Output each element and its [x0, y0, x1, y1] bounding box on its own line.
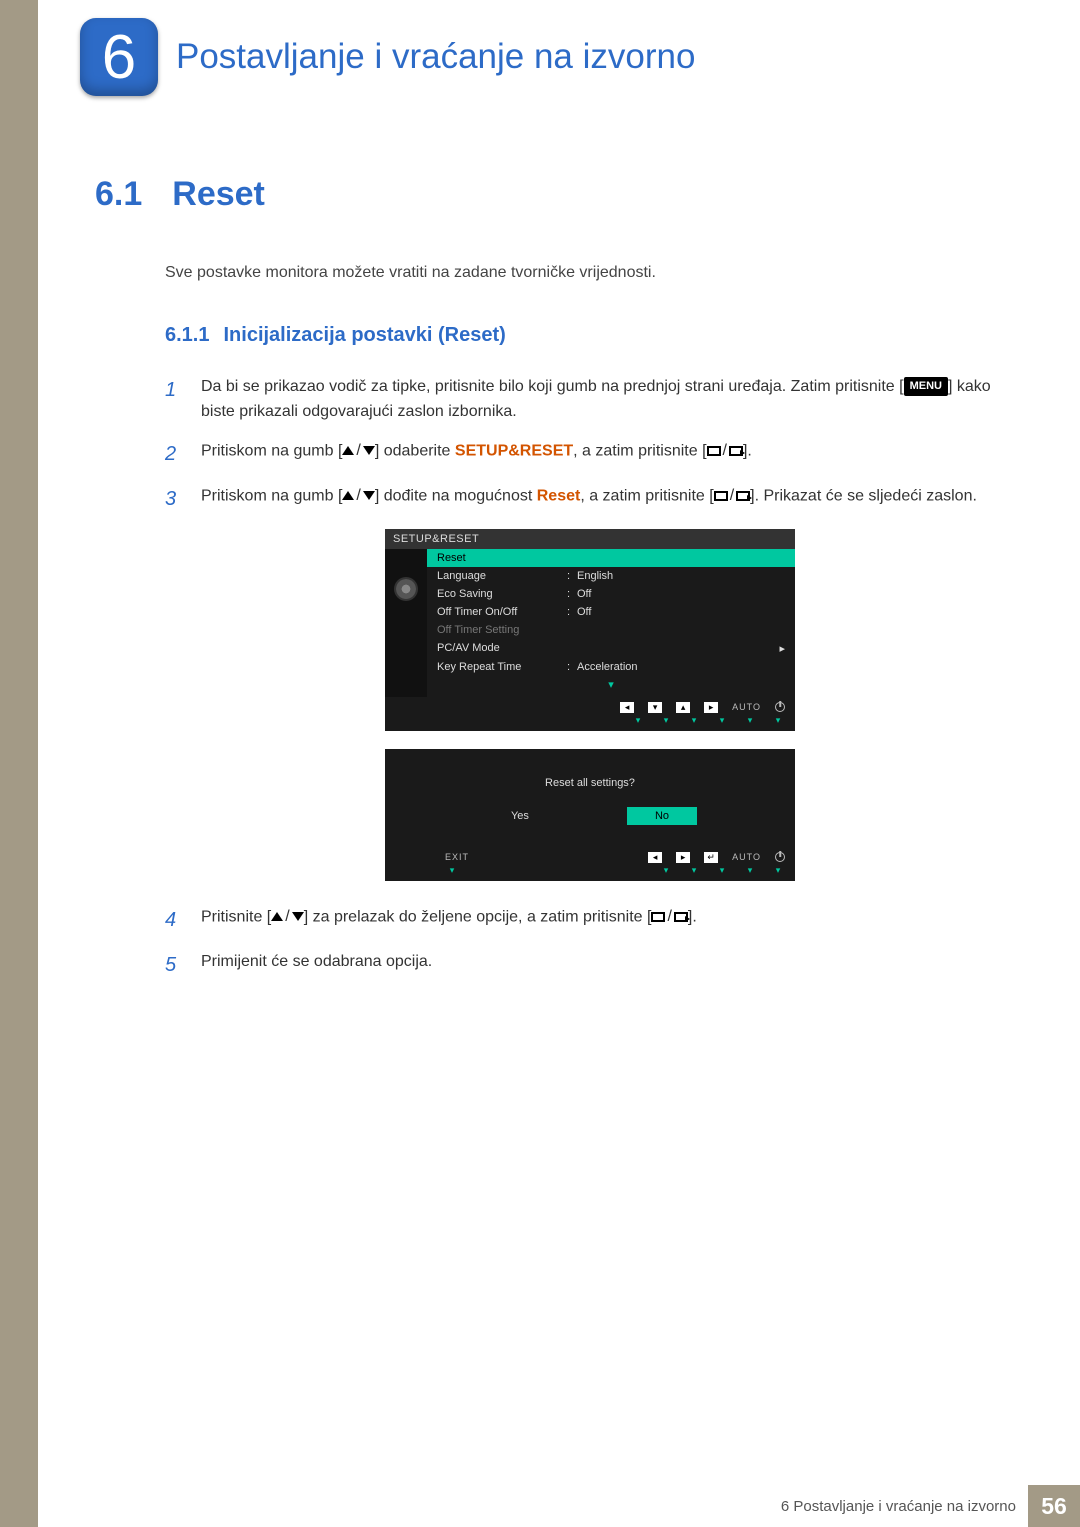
osd-item-label: Key Repeat Time [437, 661, 567, 673]
subsection-title: Inicijalizacija postavki (Reset) [223, 324, 505, 347]
up-down-icon: / [342, 439, 374, 464]
power-icon [775, 852, 785, 862]
step-text: Pritisnite [ [201, 908, 271, 925]
nav-down-icon: ▾ [648, 702, 662, 713]
gear-icon [396, 579, 416, 599]
page-footer: 6 Postavljanje i vraćanje na izvorno 56 [0, 1485, 1080, 1527]
enter-icon: / [707, 439, 743, 464]
subsection-heading: 6.1.1 Inicijalizacija postavki (Reset) [165, 324, 1015, 347]
nav-up-icon: ▴ [676, 702, 690, 713]
nav-left-icon: ◂ [620, 702, 634, 713]
step-text: ] za prelazak do željene opcije, a zatim… [304, 908, 652, 925]
osd-item-offtimer-onoff: Off Timer On/Off : Off [427, 603, 795, 621]
enter-icon: / [651, 905, 687, 930]
power-icon [775, 702, 785, 712]
up-down-icon: / [342, 484, 374, 509]
page-number: 56 [1028, 1485, 1080, 1527]
section-heading: 6.1 Reset [95, 175, 1015, 214]
osd-confirm-screenshot: Reset all settings? Yes No EXIT ◂ ▸ ↵ AU… [385, 749, 795, 881]
exit-label: EXIT [445, 852, 469, 862]
step-5: 5 Primijenit će se odabrana opcija. [165, 950, 1015, 981]
osd-item-label: PC/AV Mode [437, 642, 567, 654]
step-text: , a zatim pritisnite [ [580, 487, 713, 504]
nav-enter-icon: ↵ [704, 852, 718, 863]
step-number: 4 [165, 905, 183, 936]
step-1: 1 Da bi se prikazao vodič za tipke, prit… [165, 375, 1015, 425]
scroll-down-icon: ▾ [427, 676, 795, 693]
osd-title: SETUP&RESET [385, 529, 795, 549]
osd-item-offtimer-setting: Off Timer Setting [427, 621, 795, 639]
chapter-header: 6 Postavljanje i vraćanje na izvorno [80, 18, 695, 96]
step-3: 3 Pritiskom na gumb [ / ] dođite na mogu… [165, 484, 1015, 515]
step-text: Primijenit će se odabrana opcija. [201, 953, 432, 970]
setup-reset-keyword: SETUP&RESET [455, 442, 573, 459]
section-intro: Sve postavke monitora možete vratiti na … [165, 264, 1015, 282]
step-text: Da bi se prikazao vodič za tipke, pritis… [201, 378, 904, 395]
reset-keyword: Reset [537, 487, 581, 504]
content-area: 6.1 Reset Sve postavke monitora možete v… [95, 175, 1015, 995]
osd-item-pcav: PC/AV Mode ▸ [427, 639, 795, 658]
nav-auto-label: AUTO [732, 702, 761, 712]
step-number: 3 [165, 484, 183, 515]
osd-item-value: Off [577, 588, 785, 600]
osd-menu-screenshot: SETUP&RESET Reset Language : English Eco [385, 529, 795, 731]
step-number: 5 [165, 950, 183, 981]
osd-tick-row: ▾▾▾▾▾▾ [385, 715, 795, 731]
osd-confirm-nav: EXIT ◂ ▸ ↵ AUTO [385, 847, 795, 865]
section-number: 6.1 [95, 175, 142, 214]
osd-menu-list: Reset Language : English Eco Saving : Of… [427, 549, 795, 697]
osd-sidebar [385, 549, 427, 697]
osd-item-label: Reset [437, 552, 567, 564]
osd-confirm-question: Reset all settings? [385, 749, 795, 807]
nav-left-icon: ◂ [648, 852, 662, 863]
osd-item-value: Off [577, 606, 785, 618]
step-number: 2 [165, 439, 183, 470]
osd-item-value: Acceleration [577, 661, 785, 673]
osd-item-reset: Reset [427, 549, 795, 567]
chevron-right-icon: ▸ [763, 642, 785, 655]
osd-no-button: No [627, 807, 697, 825]
step-text: ] odaberite [375, 442, 455, 459]
osd-confirm-buttons: Yes No [385, 807, 795, 847]
step-number: 1 [165, 375, 183, 425]
osd-item-language: Language : English [427, 567, 795, 585]
sidebar-stripe [0, 0, 38, 1527]
osd-yes-button: Yes [483, 807, 557, 825]
nav-right-icon: ▸ [704, 702, 718, 713]
osd-item-eco: Eco Saving : Off [427, 585, 795, 603]
chapter-title: Postavljanje i vraćanje na izvorno [176, 37, 695, 77]
step-2: 2 Pritiskom na gumb [ / ] odaberite SETU… [165, 439, 1015, 470]
nav-right-icon: ▸ [676, 852, 690, 863]
osd-item-keyrepeat: Key Repeat Time : Acceleration [427, 658, 795, 676]
step-text: Pritiskom na gumb [ [201, 487, 342, 504]
osd-item-value: English [577, 570, 785, 582]
subsection-number: 6.1.1 [165, 324, 209, 347]
osd-item-label: Eco Saving [437, 588, 567, 600]
osd-nav-bar: ◂ ▾ ▴ ▸ AUTO [385, 697, 795, 715]
step-text: Pritiskom na gumb [ [201, 442, 342, 459]
step-text: ]. Prikazat će se sljedeći zaslon. [750, 487, 977, 504]
nav-auto-label: AUTO [732, 852, 761, 862]
step-text: , a zatim pritisnite [ [573, 442, 706, 459]
step-4: 4 Pritisnite [ / ] za prelazak do željen… [165, 905, 1015, 936]
osd-item-label: Off Timer Setting [437, 624, 567, 636]
section-title: Reset [172, 175, 265, 214]
up-down-icon: / [271, 905, 303, 930]
enter-icon: / [714, 484, 750, 509]
osd-item-label: Off Timer On/Off [437, 606, 567, 618]
steps-list: 1 Da bi se prikazao vodič za tipke, prit… [165, 375, 1015, 981]
step-text: ] dođite na mogućnost [375, 487, 537, 504]
menu-button-label: MENU [904, 377, 948, 396]
chapter-number-badge: 6 [80, 18, 158, 96]
osd-item-label: Language [437, 570, 567, 582]
footer-chapter-label: 6 Postavljanje i vraćanje na izvorno [781, 1498, 1028, 1515]
osd-tick-row: ▾ ▾▾▾▾▾ [385, 865, 795, 881]
